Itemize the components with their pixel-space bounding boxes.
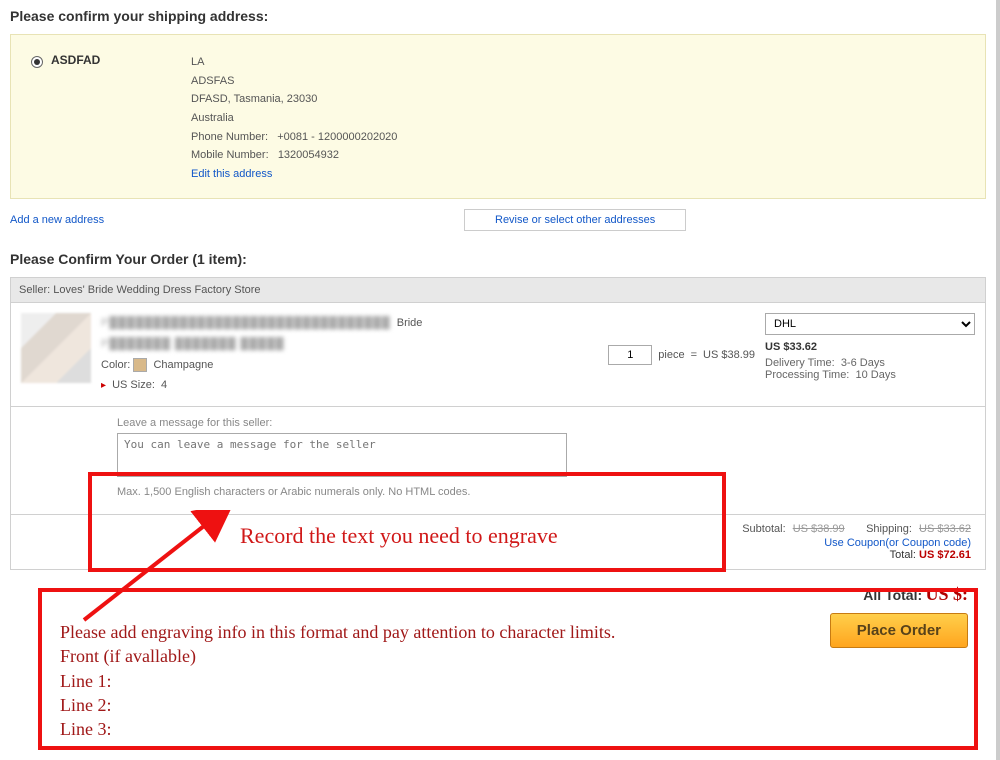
product-title-suffix: Bride (397, 313, 423, 334)
subtotal-value: US $38.99 (793, 523, 845, 535)
mobile-value: 1320054932 (278, 149, 339, 161)
seller-label: Seller: Loves' Bride Wedding Dress Facto… (10, 277, 986, 303)
all-total-label: All Total: (863, 587, 922, 603)
add-address-link[interactable]: Add a new address (10, 214, 104, 226)
delivery-label: Delivery Time: (765, 357, 835, 369)
qty-unit: piece (658, 349, 684, 361)
edit-address-link[interactable]: Edit this address (191, 165, 397, 184)
product-thumbnail (21, 313, 91, 383)
address-country: Australia (191, 109, 397, 128)
address-line: ADSFAS (191, 72, 397, 91)
phone-label: Phone Number: (191, 131, 268, 143)
product-title-blur: P████████████████████████████████ (101, 313, 391, 334)
shipping-total-value: US $33.62 (919, 523, 971, 535)
size-label: US Size: (112, 379, 155, 391)
shipping-select[interactable]: DHL (765, 313, 975, 335)
color-label: Color: (101, 359, 130, 371)
subtotal-label: Subtotal: (742, 523, 785, 535)
unit-price: US $38.99 (703, 349, 755, 361)
order-row: P████████████████████████████████ Bride … (10, 303, 986, 408)
shipping-total-label: Shipping: (866, 523, 912, 535)
message-section: Leave a message for this seller: Max. 1,… (10, 407, 986, 515)
totals-section: Subtotal: US $38.99 Shipping: US $33.62 … (10, 515, 986, 570)
shipping-title: Please confirm your shipping address: (10, 8, 986, 24)
address-radio[interactable] (31, 56, 43, 68)
address-box: ASDFAD LA ADSFAS DFASD, Tasmania, 23030 … (10, 34, 986, 199)
product-subtitle-blur: P███████ ███████ █████ (101, 334, 598, 355)
qty-equals: = (691, 349, 697, 361)
qty-block: piece = US $38.99 (608, 313, 755, 397)
message-hint: Max. 1,500 English characters or Arabic … (117, 486, 975, 498)
all-total-value: US $: (925, 584, 968, 604)
coupon-link[interactable]: Use Coupon(or Coupon code) (824, 537, 971, 549)
delivery-value: 3-6 Days (841, 357, 885, 369)
order-title: Please Confirm Your Order (1 item): (10, 251, 986, 267)
total-value: US $72.61 (919, 549, 971, 561)
revise-address-button[interactable]: Revise or select other addresses (464, 209, 686, 231)
total-label: Total: (890, 549, 916, 561)
color-value: Champagne (153, 359, 213, 371)
address-line: LA (191, 53, 397, 72)
shipping-price: US $33.62 (765, 341, 975, 353)
processing-label: Processing Time: (765, 369, 849, 381)
processing-value: 10 Days (856, 369, 896, 381)
address-line: DFASD, Tasmania, 23030 (191, 90, 397, 109)
caret-icon: ▸ (101, 380, 106, 391)
address-name: ASDFAD (51, 53, 191, 67)
place-order-button[interactable]: Place Order (830, 613, 968, 648)
phone-value: +0081 - 1200000202020 (277, 131, 397, 143)
message-label: Leave a message for this seller: (117, 417, 975, 429)
mobile-label: Mobile Number: (191, 149, 269, 161)
size-value: 4 (161, 379, 167, 391)
qty-input[interactable] (608, 345, 652, 365)
message-textarea[interactable] (117, 433, 567, 477)
color-swatch (133, 358, 147, 372)
